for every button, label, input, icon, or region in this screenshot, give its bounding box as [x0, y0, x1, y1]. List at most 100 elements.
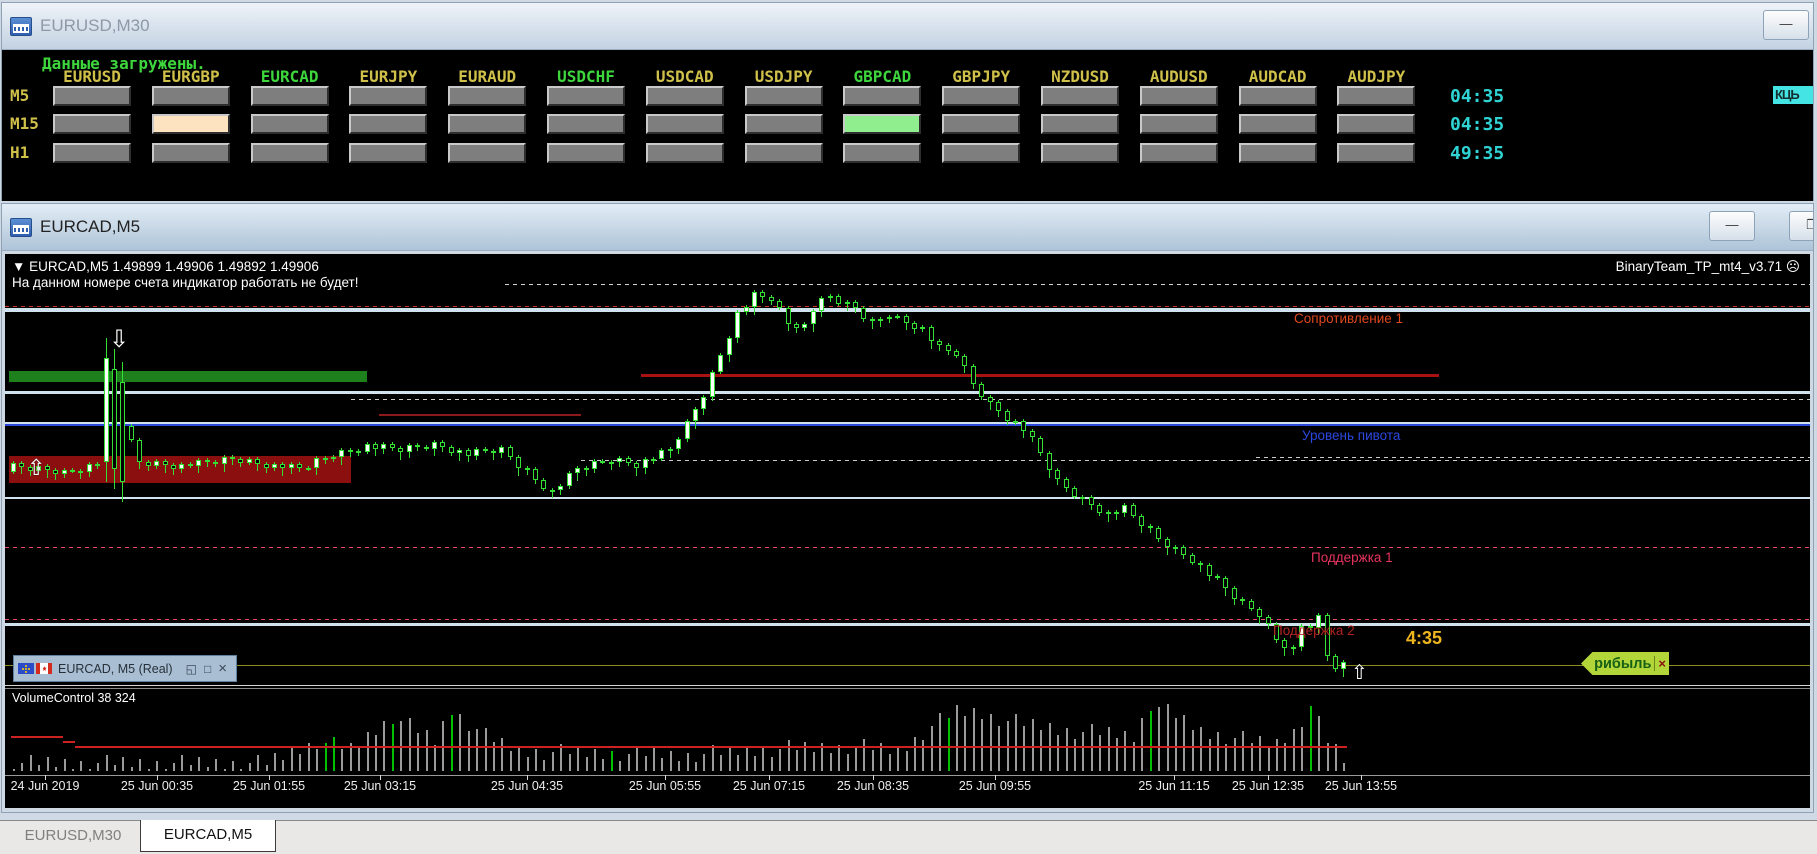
chart-area[interactable]: ▼ EURCAD,M5 1.49899 1.49906 1.49892 1.49… — [5, 254, 1810, 808]
matrix-cell-M15-AUDCAD[interactable] — [1239, 114, 1317, 134]
matrix-cell-H1-EURCAD[interactable] — [251, 143, 329, 163]
matrix-cell-M15-AUDJPY[interactable] — [1337, 114, 1415, 134]
matrix-cell-M5-AUDJPY[interactable] — [1337, 86, 1415, 106]
restore-icon[interactable]: ◱ — [186, 663, 197, 675]
matrix-cell-M5-USDCHF[interactable] — [547, 86, 625, 106]
matrix-cell-H1-USDCAD[interactable] — [646, 143, 724, 163]
matrix-cell-H1-AUDCAD[interactable] — [1239, 143, 1317, 163]
matrix-cell-H1-EURUSD[interactable] — [53, 143, 131, 163]
pane-separator[interactable] — [5, 688, 1810, 689]
window2-titlebar[interactable]: EURCAD,M5 — ❐ — [2, 204, 1813, 251]
matrix-cell-M15-EURCAD[interactable] — [251, 114, 329, 134]
volume-bar — [863, 739, 865, 771]
candle — [1198, 563, 1203, 565]
volume-bar — [316, 749, 318, 771]
tab-eurcad-m5[interactable]: EURCAD,M5 — [140, 820, 276, 852]
volume-bar — [939, 713, 941, 771]
matrix-cell-H1-EURGBP[interactable] — [152, 143, 230, 163]
support2-label: Поддержка 2 — [1273, 623, 1355, 638]
window1-titlebar[interactable]: EURUSD,M30 — — [2, 3, 1813, 50]
matrix-cell-M15-NZDUSD[interactable] — [1041, 114, 1119, 134]
volume-bar — [291, 748, 293, 771]
matrix-cell-M15-USDCHF[interactable] — [547, 114, 625, 134]
matrix-cell-M5-AUDUSD[interactable] — [1140, 86, 1218, 106]
minimize-button[interactable]: — — [1763, 10, 1809, 40]
matrix-cell-M15-USDCAD[interactable] — [646, 114, 724, 134]
pair-header-USDCHF: USDCHF — [547, 67, 625, 86]
pivot-label: Уровень пивота — [1302, 428, 1400, 443]
maximize-icon[interactable]: □ — [204, 663, 211, 675]
matrix-cell-M5-EURJPY[interactable] — [349, 86, 427, 106]
matrix-cell-M15-EURUSD[interactable] — [53, 114, 131, 134]
matrix-cell-M15-EURGBP[interactable] — [152, 114, 230, 134]
candle — [1165, 539, 1170, 547]
mini-chart-title: EURCAD, M5 (Real) — [58, 662, 173, 676]
matrix-cell-M5-EURUSD[interactable] — [53, 86, 131, 106]
matrix-cell-M5-AUDCAD[interactable] — [1239, 86, 1317, 106]
matrix-cell-M5-EURGBP[interactable] — [152, 86, 230, 106]
candle — [466, 450, 471, 456]
price-level-line — [5, 497, 1810, 499]
pane-separator[interactable] — [5, 685, 1810, 686]
minimize-button[interactable]: — — [1709, 211, 1755, 241]
pair-header-EURCAD: EURCAD — [251, 67, 329, 86]
matrix-cell-M5-GBPJPY[interactable] — [942, 86, 1020, 106]
volume-bar — [788, 740, 790, 771]
volume-bar — [30, 755, 32, 771]
matrix-cell-H1-EURJPY[interactable] — [349, 143, 427, 163]
profit-badge[interactable]: рибыль × — [1581, 652, 1669, 675]
price-level-line — [5, 391, 1810, 394]
candle — [19, 463, 24, 467]
matrix-cell-M5-USDJPY[interactable] — [745, 86, 823, 106]
volume-bar — [1141, 718, 1143, 772]
candle — [584, 468, 589, 470]
candle — [1005, 411, 1010, 421]
price-level-line — [5, 308, 1810, 312]
matrix-cell-M5-USDCAD[interactable] — [646, 86, 724, 106]
candle — [314, 458, 319, 467]
close-icon[interactable]: × — [218, 661, 227, 676]
candle — [499, 447, 504, 454]
mini-chart-titlebar[interactable]: EURCAD, M5 (Real) ◱ □ × — [13, 655, 237, 682]
candle — [70, 470, 75, 472]
matrix-cell-M15-GBPJPY[interactable] — [942, 114, 1020, 134]
matrix-cell-H1-AUDUSD[interactable] — [1140, 143, 1218, 163]
matrix-cell-H1-USDCHF[interactable] — [547, 143, 625, 163]
matrix-cell-M5-EURAUD[interactable] — [448, 86, 526, 106]
matrix-cell-H1-GBPJPY[interactable] — [942, 143, 1020, 163]
matrix-cell-M15-EURJPY[interactable] — [349, 114, 427, 134]
sad-face-icon[interactable]: ☹ — [1786, 259, 1800, 274]
matrix-cell-H1-NZDUSD[interactable] — [1041, 143, 1119, 163]
candle — [912, 323, 917, 330]
matrix-cell-H1-GBPCAD[interactable] — [843, 143, 921, 163]
maximize-button[interactable]: ❐ — [1789, 211, 1813, 241]
matrix-cell-M5-EURCAD[interactable] — [251, 86, 329, 106]
matrix-cell-H1-AUDJPY[interactable] — [1337, 143, 1415, 163]
candle — [1030, 431, 1035, 438]
profit-badge-close-icon[interactable]: × — [1654, 656, 1666, 671]
canada-flag-icon — [36, 663, 52, 674]
volume-bar — [560, 744, 562, 771]
date-axis-label: 25 Jun 11:15 — [1138, 779, 1209, 793]
volume-bar — [156, 761, 158, 771]
matrix-cell-M5-GBPCAD[interactable] — [843, 86, 921, 106]
volume-control-line — [75, 746, 1347, 748]
matrix-cell-M5-NZDUSD[interactable] — [1041, 86, 1119, 106]
volume-bar — [165, 769, 167, 771]
candle — [398, 448, 403, 452]
candle — [676, 439, 681, 449]
tab-eurusd-m30[interactable]: EURUSD,M30 — [14, 821, 132, 850]
corner-badge[interactable]: КЦЬ — [1773, 86, 1813, 104]
candle — [407, 445, 412, 452]
matrix-cell-M15-GBPCAD[interactable] — [843, 114, 921, 134]
volume-bar — [602, 759, 604, 771]
candle — [1089, 497, 1094, 505]
candle — [735, 312, 740, 338]
volume-bar — [586, 757, 588, 771]
matrix-cell-M15-USDJPY[interactable] — [745, 114, 823, 134]
matrix-cell-M15-AUDUSD[interactable] — [1140, 114, 1218, 134]
matrix-cell-H1-USDJPY[interactable] — [745, 143, 823, 163]
matrix-cell-M15-EURAUD[interactable] — [448, 114, 526, 134]
matrix-cell-H1-EURAUD[interactable] — [448, 143, 526, 163]
candle — [146, 462, 151, 466]
